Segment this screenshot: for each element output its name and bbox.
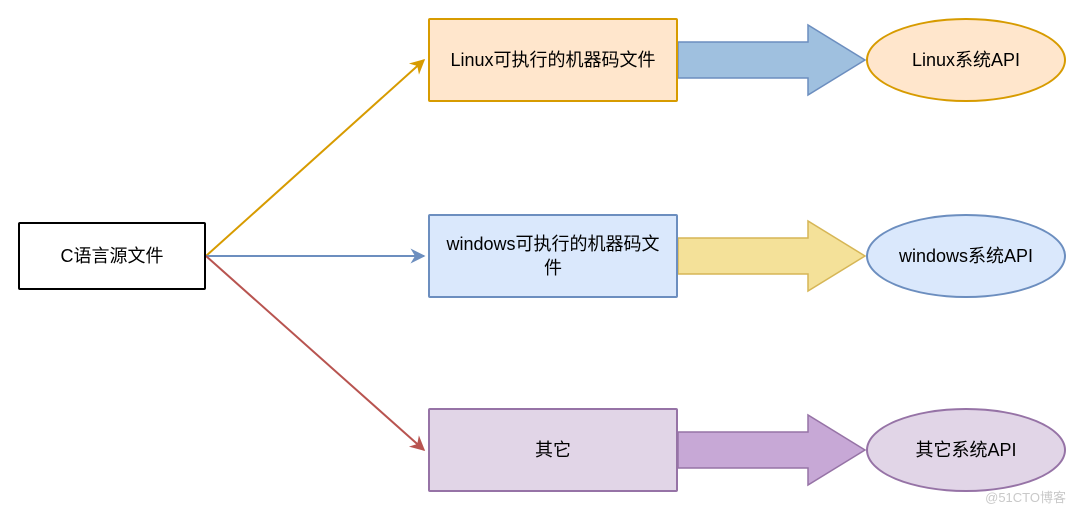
node-linux-exec: Linux可执行的机器码文件 <box>428 18 678 102</box>
block-arrow-other <box>678 415 865 485</box>
node-label: Linux可执行的机器码文件 <box>450 48 655 72</box>
node-label: C语言源文件 <box>61 244 164 268</box>
node-windows-exec: windows可执行的机器码文件 <box>428 214 678 298</box>
node-source-file: C语言源文件 <box>18 222 206 290</box>
node-label: 其它系统API <box>915 438 1016 462</box>
arrow-source-to-linux <box>206 60 424 256</box>
block-arrow-linux <box>678 25 865 95</box>
node-other-api: 其它系统API <box>866 408 1066 492</box>
node-windows-api: windows系统API <box>866 214 1066 298</box>
watermark: @51CTO博客 <box>985 487 1066 506</box>
node-label: windows可执行的机器码文件 <box>440 232 666 281</box>
node-label: Linux系统API <box>912 48 1020 72</box>
arrow-source-to-other <box>206 256 424 450</box>
node-label: windows系统API <box>899 244 1033 268</box>
node-label: 其它 <box>535 438 571 462</box>
node-other-exec: 其它 <box>428 408 678 492</box>
block-arrow-windows <box>678 221 865 291</box>
node-linux-api: Linux系统API <box>866 18 1066 102</box>
